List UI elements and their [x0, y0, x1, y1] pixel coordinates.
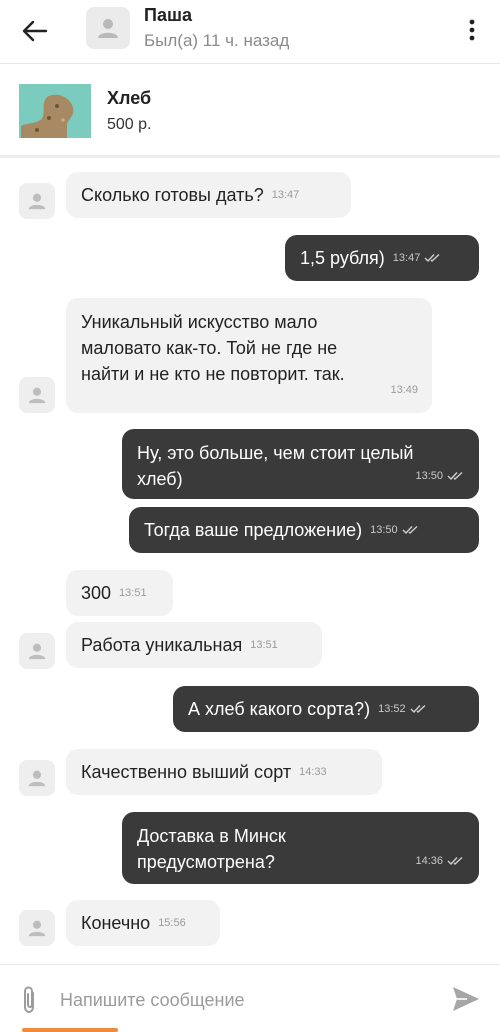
paperclip-icon: [24, 986, 34, 1014]
user-placeholder-icon: [98, 19, 118, 38]
message-time: 13:51: [119, 587, 147, 599]
more-options-button[interactable]: [460, 12, 484, 48]
listing-preview[interactable]: Хлеб 500 р.: [0, 64, 500, 158]
outgoing-message[interactable]: Ну, это больше, чем стоит целый хлеб) 13…: [122, 429, 479, 499]
double-check-icon: [410, 704, 426, 714]
contact-last-seen: Был(а) 11 ч. назад: [144, 31, 290, 50]
message-time: 13:50: [415, 470, 443, 482]
message-time: 13:52: [378, 703, 406, 715]
contact-avatar[interactable]: [86, 7, 130, 49]
message-time: 13:49: [390, 384, 418, 396]
send-button[interactable]: [450, 983, 482, 1015]
incoming-message[interactable]: 300 13:51: [66, 570, 173, 616]
message-text: Ну, это больше, чем стоит целый хлеб): [137, 443, 414, 489]
listing-price: 500 р.: [107, 116, 152, 133]
message-text: Уникальный искусство мало маловато как-т…: [81, 312, 345, 384]
incoming-message[interactable]: Уникальный искусство мало маловато как-т…: [66, 298, 432, 413]
message-time: 13:47: [392, 252, 421, 264]
double-check-icon: [402, 525, 418, 535]
user-placeholder-icon: [28, 387, 46, 404]
user-placeholder-icon: [28, 770, 46, 787]
message-text: Сколько готовы дать?: [81, 185, 264, 205]
message-text: 1,5 рубля): [300, 248, 385, 268]
user-placeholder-icon: [28, 920, 46, 937]
double-check-icon: [447, 471, 463, 481]
user-placeholder-icon: [28, 193, 46, 210]
message-time: 13:47: [271, 189, 300, 201]
message-time: 13:51: [250, 639, 278, 651]
message-text: Тогда ваше предложение): [144, 520, 363, 540]
message-time: 13:50: [370, 524, 398, 536]
listing-thumbnail: [19, 84, 91, 138]
incoming-message[interactable]: Работа уникальная 13:51: [66, 622, 322, 668]
sender-avatar: [19, 633, 55, 669]
double-check-icon: [424, 253, 440, 263]
message-time: 15:56: [158, 917, 186, 929]
contact-name[interactable]: Паша: [144, 5, 192, 26]
user-placeholder-icon: [28, 643, 46, 660]
double-check-icon: [447, 856, 463, 866]
chat-header: Паша Был(а) 11 ч. назад: [0, 0, 500, 64]
outgoing-message[interactable]: А хлеб какого сорта?) 13:52: [173, 686, 479, 732]
outgoing-message[interactable]: Доставка в Минск предусмотрена? 14:36: [122, 812, 479, 884]
sender-avatar: [19, 910, 55, 946]
message-input[interactable]: [60, 983, 430, 1017]
chat-screen: Паша Был(а) 11 ч. назад Хлеб 500 р. Скол…: [0, 0, 500, 1032]
message-text: Качественно выший сорт: [81, 762, 292, 782]
message-list: Сколько готовы дать? 13:47 1,5 рубля) 13:4…: [0, 158, 500, 964]
sender-avatar: [19, 377, 55, 413]
arrow-left-icon: [22, 20, 48, 42]
message-text: Конечно: [81, 913, 151, 933]
sender-avatar: [19, 183, 55, 219]
outgoing-message[interactable]: Тогда ваше предложение) 13:50: [129, 507, 479, 553]
attach-button[interactable]: [18, 985, 42, 1015]
more-vertical-icon: [469, 19, 475, 41]
incoming-message[interactable]: Сколько готовы дать? 13:47: [66, 172, 351, 218]
back-button[interactable]: [14, 10, 56, 52]
sender-avatar: [19, 760, 55, 796]
message-text: Доставка в Минск предусмотрена?: [137, 826, 286, 872]
incoming-message[interactable]: Конечно 15:56: [66, 900, 220, 946]
accent-indicator: [22, 1028, 118, 1032]
message-text: Работа уникальная: [81, 635, 243, 655]
listing-title: Хлеб: [107, 88, 152, 108]
message-time: 14:33: [299, 766, 327, 778]
message-text: 300: [81, 583, 112, 603]
incoming-message[interactable]: Качественно выший сорт 14:33: [66, 749, 382, 795]
message-time: 14:36: [415, 855, 443, 867]
message-composer: [0, 964, 500, 1032]
send-icon: [453, 987, 479, 1011]
outgoing-message[interactable]: 1,5 рубля) 13:47: [285, 235, 479, 281]
message-text: А хлеб какого сорта?): [188, 699, 371, 719]
